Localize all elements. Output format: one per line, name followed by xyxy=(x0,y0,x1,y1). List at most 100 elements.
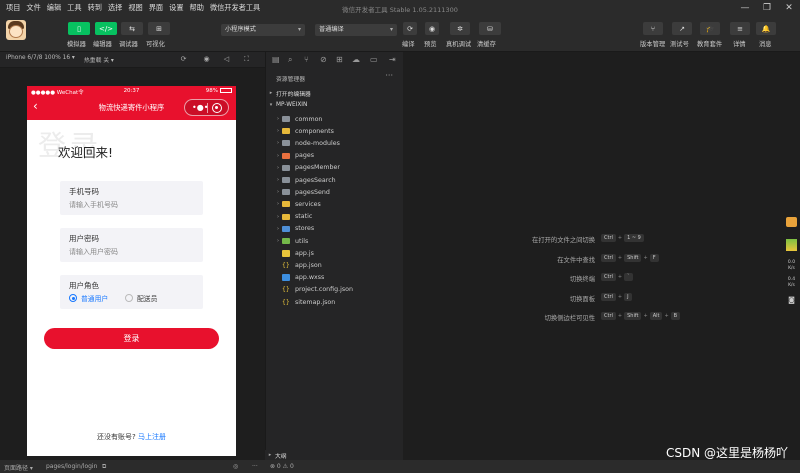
close-miniprogram-icon[interactable] xyxy=(212,103,222,113)
folder-icon xyxy=(282,177,290,183)
menu-item-9[interactable]: 帮助 xyxy=(190,3,204,13)
hotreload-select[interactable]: 热重载 关 ▾ xyxy=(84,55,114,64)
more-dots-icon[interactable]: •●• xyxy=(192,103,208,112)
record-icon[interactable]: ◉ xyxy=(201,54,212,65)
camera-icon[interactable]: ◙ xyxy=(786,296,797,304)
folder-item[interactable]: › common xyxy=(266,113,404,125)
refresh-icon[interactable]: ⟳ xyxy=(178,54,189,65)
shortcut-desc: 在打开的文件之间切换 xyxy=(532,237,595,244)
eye-icon[interactable]: ◎ xyxy=(233,463,238,470)
menu-item-6[interactable]: 视图 xyxy=(128,3,142,13)
bell-button[interactable]: 🔔 xyxy=(756,22,776,35)
folder-item[interactable]: › pages xyxy=(266,150,404,162)
json-file-icon: {} xyxy=(282,298,290,306)
phone-label: 模拟器 xyxy=(67,41,86,48)
menu-item-5[interactable]: 选择 xyxy=(108,3,122,13)
fullscreen-icon[interactable]: ⛶ xyxy=(241,54,252,65)
json-file-icon: {} xyxy=(282,261,290,269)
phone-field[interactable]: 手机号码 请输入手机号码 xyxy=(60,181,203,215)
details-button[interactable]: ≡ xyxy=(730,22,750,35)
close-icon[interactable]: ✕ xyxy=(778,0,800,16)
more-icon[interactable]: ··· xyxy=(385,71,393,80)
mode-select[interactable]: 小程序模式 ▾ xyxy=(221,24,305,36)
menu-item-10[interactable]: 微信开发者工具 xyxy=(210,3,260,13)
chevron-down-icon: ▾ xyxy=(297,26,301,33)
menu-item-3[interactable]: 工具 xyxy=(67,3,81,13)
compile-label: 编译 xyxy=(402,41,415,48)
cloud-icon[interactable]: ☁ xyxy=(352,55,360,64)
shortcut-desc: 切换侧边栏可见性 xyxy=(544,315,595,322)
files-icon[interactable]: ▤ xyxy=(272,55,280,64)
menu-item-8[interactable]: 设置 xyxy=(169,3,183,13)
folder-item[interactable]: › node-modules xyxy=(266,137,404,149)
phone-button[interactable]: ▯ xyxy=(68,22,90,35)
folder-item[interactable]: › stores xyxy=(266,223,404,235)
performance-icon[interactable] xyxy=(786,239,797,251)
terminal-icon[interactable]: ▭ xyxy=(370,55,378,64)
folder-item[interactable]: › services xyxy=(266,198,404,210)
outline-section[interactable]: ▸ 大纲 xyxy=(265,450,403,460)
menu-item-0[interactable]: 项目 xyxy=(6,3,20,13)
project-section[interactable]: ▾ MP-WEIXIN xyxy=(266,100,404,110)
folder-item[interactable]: › pagesSearch xyxy=(266,174,404,186)
code-button[interactable]: </> xyxy=(95,22,117,35)
folder-icon xyxy=(282,152,290,159)
search-icon[interactable]: ⌕ xyxy=(288,55,292,65)
plugin-icon[interactable] xyxy=(786,217,797,227)
version-button[interactable]: ⑂ xyxy=(643,22,663,35)
folder-item[interactable]: › pagesMember xyxy=(266,162,404,174)
visual-label: 可视化 xyxy=(146,41,165,48)
copy-icon[interactable]: ⧉ xyxy=(102,463,106,471)
extensions-icon[interactable]: ⊞ xyxy=(336,55,343,64)
key-cap: Ctrl xyxy=(601,234,616,242)
volume-icon[interactable]: ◁ xyxy=(221,54,232,65)
file-item[interactable]: {} project.config.json xyxy=(266,284,404,296)
login-button[interactable]: 登录 xyxy=(44,328,219,349)
password-field[interactable]: 用户密码 请输入用户密码 xyxy=(60,228,203,262)
test-button[interactable]: ↗ xyxy=(672,22,692,35)
more-icon[interactable]: ··· xyxy=(252,463,258,470)
compile-button[interactable]: ⟳ xyxy=(403,22,417,35)
welcome-heading: 欢迎回来! xyxy=(58,145,114,160)
preview-label: 预览 xyxy=(424,41,437,48)
preview-button[interactable]: ◉ xyxy=(425,22,439,35)
file-item[interactable]: {} sitemap.json xyxy=(266,296,404,308)
phone-input[interactable]: 请输入手机号码 xyxy=(69,200,118,210)
page-path-label[interactable]: 页面路径 ▾ xyxy=(4,463,33,472)
file-item[interactable]: app.js xyxy=(266,247,404,259)
role-radio-courier[interactable]: 配送员 xyxy=(125,293,157,303)
visual-button[interactable]: ⊞ xyxy=(148,22,170,35)
menu-item-7[interactable]: 界面 xyxy=(149,3,163,13)
maximize-icon[interactable]: ❐ xyxy=(756,0,778,16)
folder-icon xyxy=(282,128,290,135)
clearcache-button[interactable]: ⛁ xyxy=(479,22,501,35)
role-radio-user[interactable]: 普通用户 xyxy=(69,293,108,303)
folder-item[interactable]: › pagesSend xyxy=(266,186,404,198)
minimize-icon[interactable]: — xyxy=(734,0,756,16)
debug-panel-icon[interactable]: ⊘ xyxy=(320,55,327,64)
split-icon[interactable]: ⇥ xyxy=(389,55,396,64)
key-cap: B xyxy=(670,312,681,320)
git-icon[interactable]: ⑂ xyxy=(304,55,309,64)
realdebug-button[interactable]: ✲ xyxy=(450,22,470,35)
folder-item[interactable]: › utils xyxy=(266,235,404,247)
debug-button[interactable]: ⇆ xyxy=(121,22,143,35)
register-link[interactable]: 马上注册 xyxy=(138,433,166,441)
capsule-menu[interactable]: •●• xyxy=(184,99,229,116)
file-item[interactable]: {} app.json xyxy=(266,259,404,271)
folder-item[interactable]: › static xyxy=(266,211,404,223)
open-editors-section[interactable]: ▸ 打开的编辑器 xyxy=(266,88,404,98)
folder-item[interactable]: › components xyxy=(266,125,404,137)
device-select[interactable]: iPhone 6/7/8 100% 16 ▾ xyxy=(6,55,75,61)
net-down-unit: K/s xyxy=(788,266,795,271)
menu-item-1[interactable]: 文件 xyxy=(26,3,40,13)
edu-button[interactable]: 🎓 xyxy=(700,22,720,35)
menu-item-2[interactable]: 编辑 xyxy=(47,3,61,13)
error-counts[interactable]: ⊗ 0 ⚠ 0 xyxy=(270,463,294,470)
file-item[interactable]: app.wxss xyxy=(266,272,404,284)
file-name: components xyxy=(295,127,334,135)
menu-item-4[interactable]: 转到 xyxy=(88,3,102,13)
password-input[interactable]: 请输入用户密码 xyxy=(69,247,118,257)
user-avatar[interactable] xyxy=(6,20,26,40)
compile-select[interactable]: 普通编译 ▾ xyxy=(315,24,397,36)
